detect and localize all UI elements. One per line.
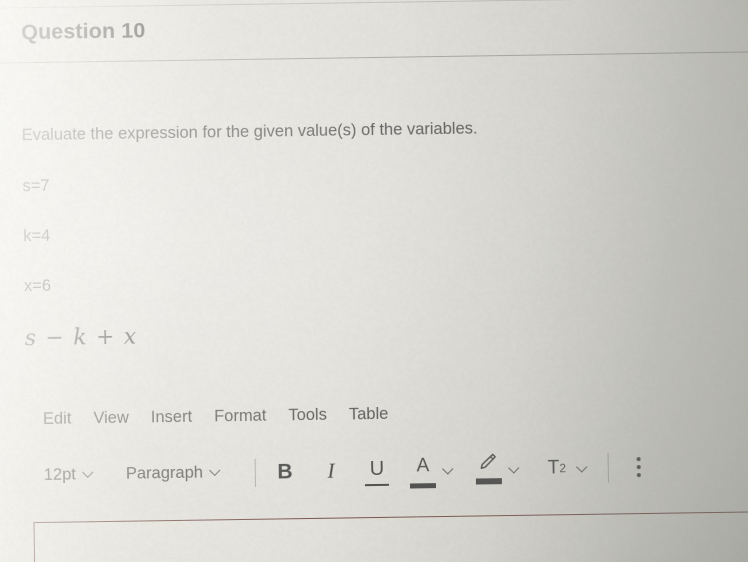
variable-assignment-k: k=4 (23, 227, 50, 246)
dot (637, 465, 641, 469)
toolbar-divider (255, 458, 256, 486)
font-size-select[interactable]: 12pt (44, 465, 94, 485)
dot (637, 457, 641, 461)
editor-toolbar: 12pt Paragraph B I U A T 2 (44, 448, 648, 494)
dot (637, 473, 641, 477)
answer-editor-textarea[interactable] (33, 511, 748, 562)
chevron-down-icon[interactable] (510, 463, 520, 473)
chevron-down-icon[interactable] (578, 462, 588, 472)
quiz-question-screenshot: Question 10 Evaluate the expression for … (0, 0, 748, 562)
page-surface: Question 10 Evaluate the expression for … (0, 0, 748, 562)
header-divider (0, 51, 748, 63)
menu-item-table[interactable]: Table (349, 405, 389, 425)
top-border-line (0, 0, 748, 9)
highlight-color-button[interactable] (476, 453, 502, 485)
superscript-exponent: 2 (559, 461, 566, 475)
italic-button[interactable]: I (318, 456, 344, 486)
underline-button[interactable]: U (364, 454, 390, 486)
font-size-value: 12pt (44, 465, 76, 484)
text-color-button[interactable]: A (410, 451, 437, 488)
chevron-down-icon (83, 467, 94, 478)
variable-assignment-s: s=7 (22, 177, 49, 196)
more-options-icon[interactable] (631, 453, 647, 479)
menu-item-edit[interactable]: Edit (43, 410, 72, 429)
menu-item-insert[interactable]: Insert (151, 408, 193, 428)
superscript-button[interactable]: T2 (544, 453, 570, 483)
pen-icon (478, 453, 498, 469)
superscript-base: T (548, 457, 560, 479)
math-expression: s − k + x (25, 325, 138, 352)
block-format-value: Paragraph (126, 464, 203, 484)
block-format-select[interactable]: Paragraph (126, 463, 221, 483)
bold-button[interactable]: B (272, 457, 298, 487)
chevron-down-icon (210, 465, 221, 476)
chevron-down-icon[interactable] (444, 464, 454, 474)
variable-assignment-x: x=6 (24, 277, 51, 296)
page-title: Question 10 (21, 18, 146, 45)
menu-item-view[interactable]: View (93, 409, 129, 429)
toolbar-divider (608, 452, 609, 482)
menu-item-tools[interactable]: Tools (288, 406, 327, 426)
editor-menubar: Edit View Insert Format Tools Table (43, 405, 389, 429)
page-content: Question 10 Evaluate the expression for … (0, 0, 748, 562)
question-prompt: Evaluate the expression for the given va… (22, 119, 478, 145)
menu-item-format[interactable]: Format (214, 407, 267, 427)
